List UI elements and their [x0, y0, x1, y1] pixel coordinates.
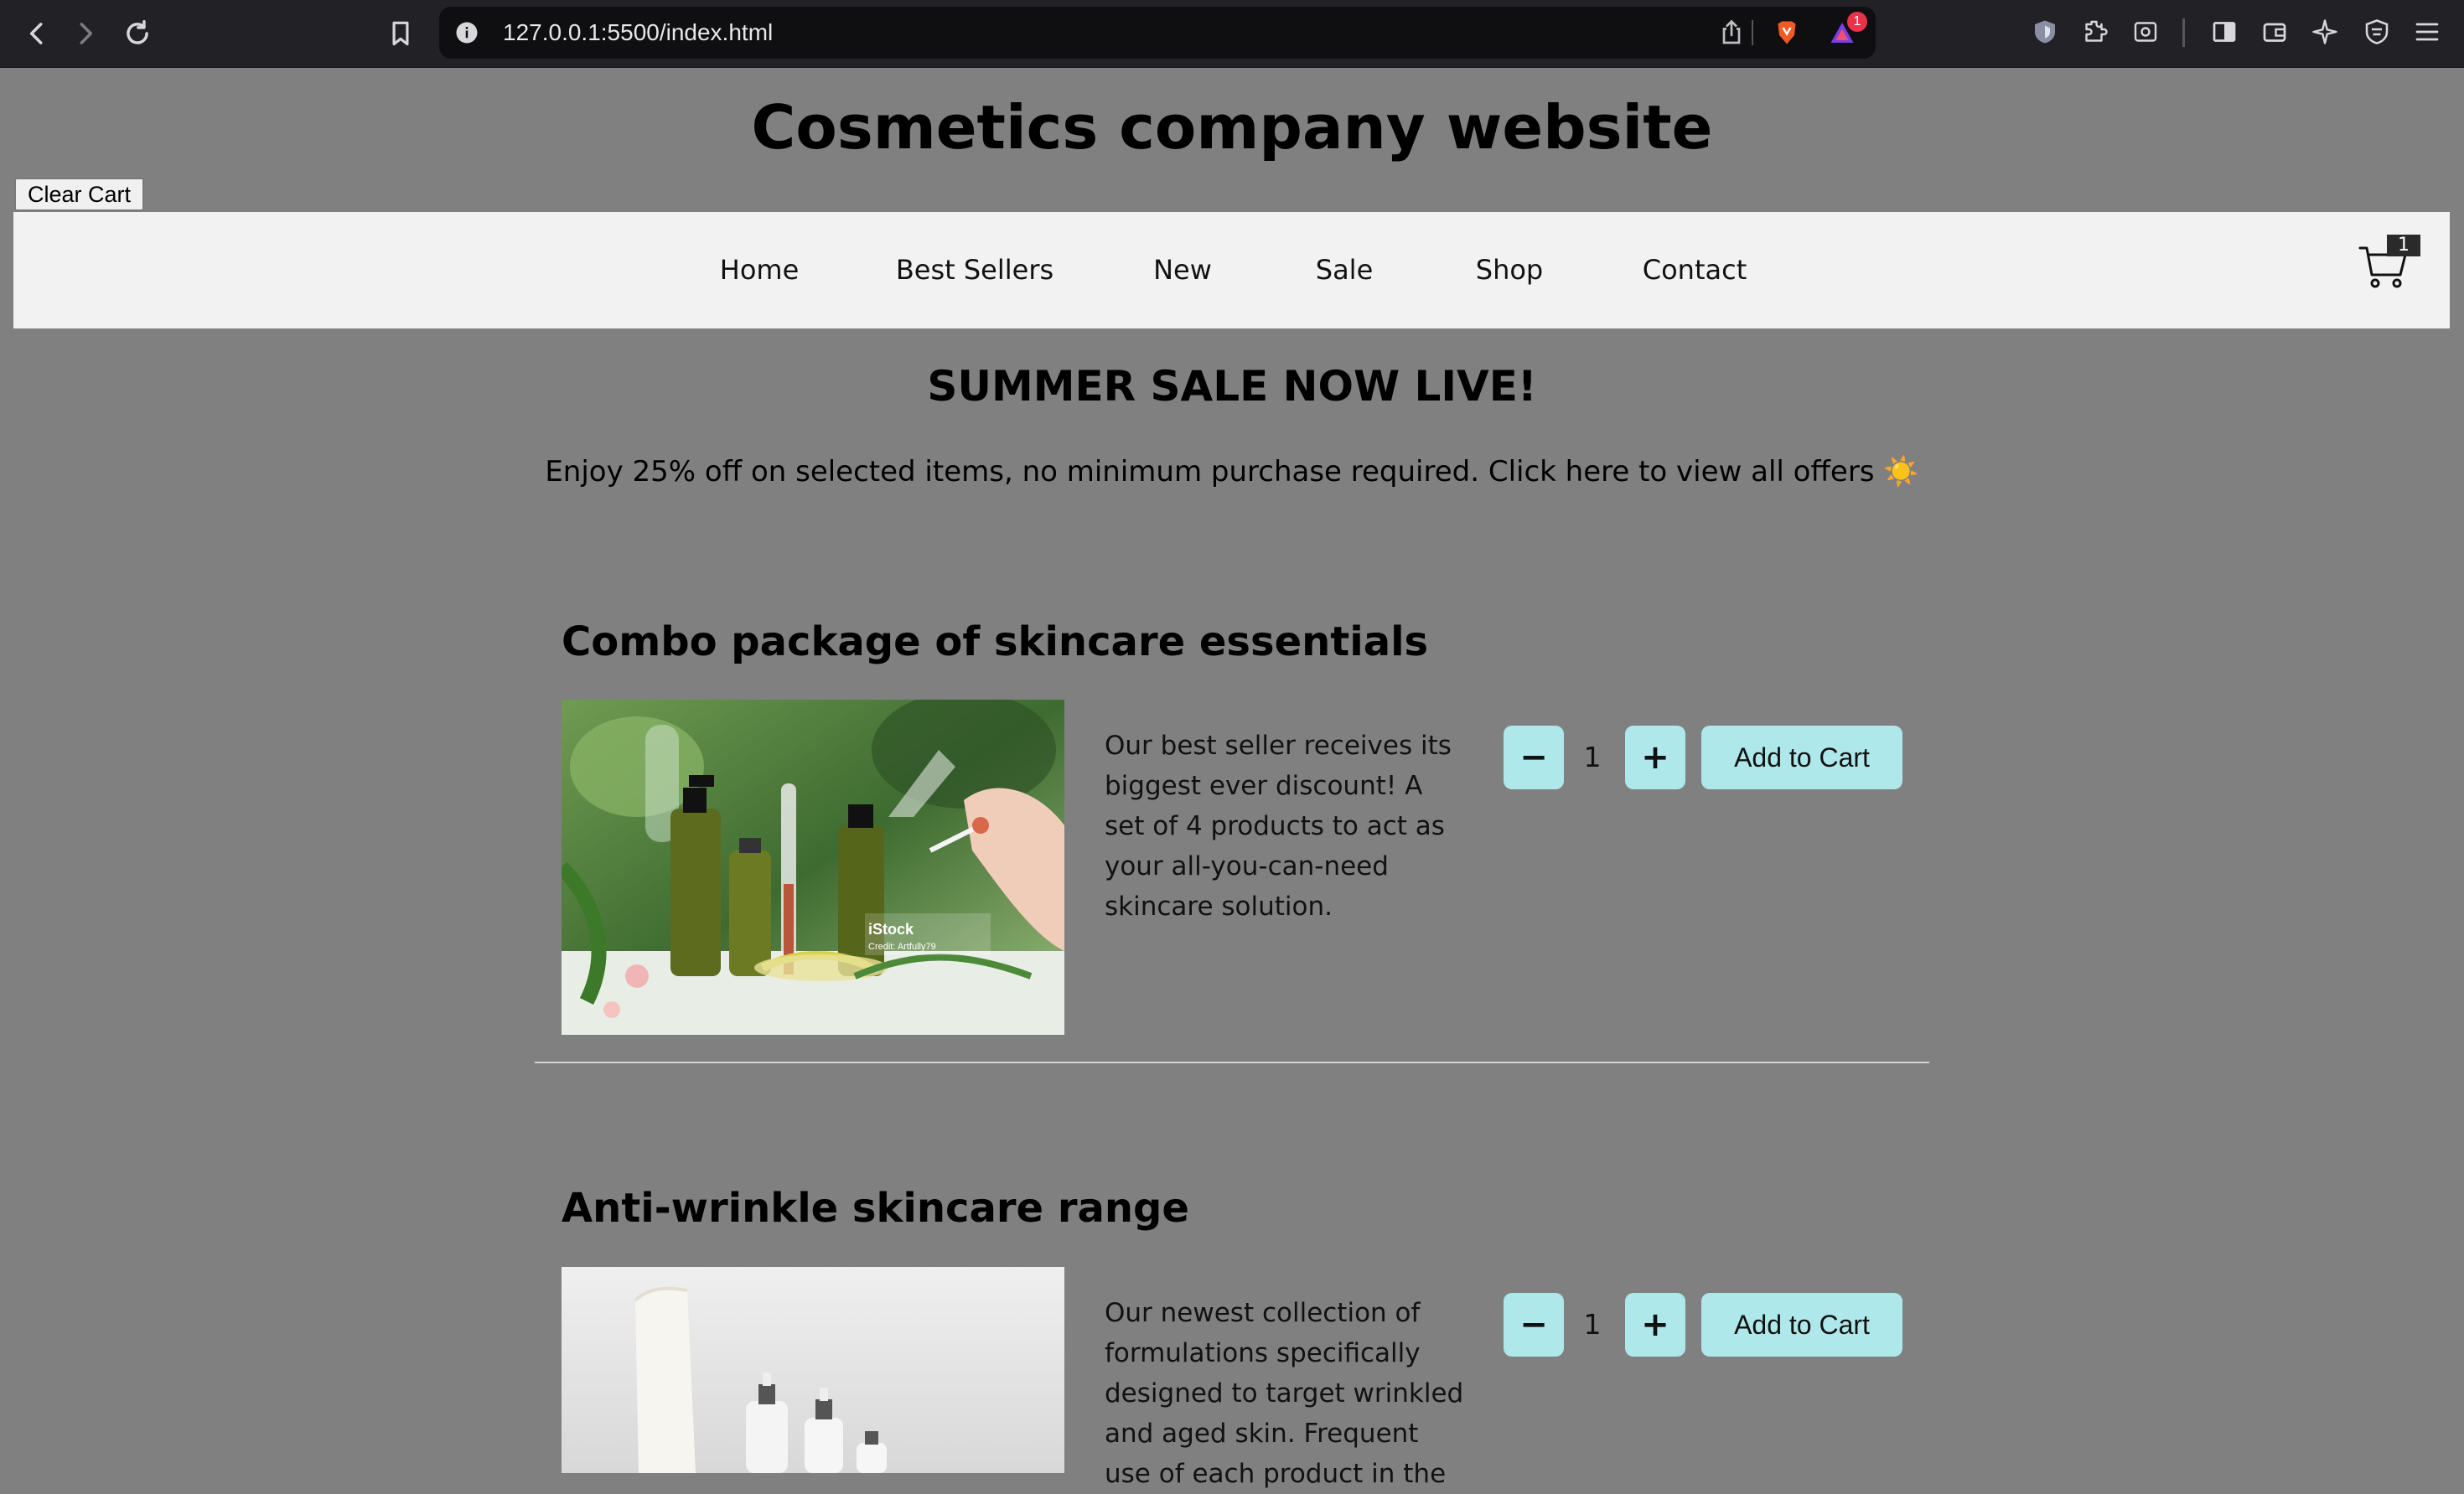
product-image: iStock Credit: Artfully79	[562, 700, 1064, 1035]
browser-toolbar: 127.0.0.1:5500/index.html 1	[0, 0, 2464, 68]
bookmark-icon	[392, 21, 409, 46]
cart-button[interactable]: 1	[2357, 228, 2424, 303]
nav-link-sale[interactable]: Sale	[1316, 212, 1374, 328]
sale-offer-link[interactable]: Enjoy 25% off on selected items, no mini…	[0, 455, 2464, 489]
back-button[interactable]	[17, 13, 57, 54]
product-divider	[535, 1062, 1929, 1063]
sale-heading: SUMMER SALE NOW LIVE!	[927, 362, 1537, 411]
nav-link-shop[interactable]: Shop	[1476, 212, 1543, 328]
vpn-icon[interactable]	[2362, 17, 2392, 47]
nav-link-new[interactable]: New	[1153, 212, 1212, 328]
bookmark-button[interactable]	[380, 13, 421, 54]
add-to-cart-button[interactable]: Add to Cart	[1701, 1293, 1902, 1357]
istock-credit: Credit: Artfully79	[868, 942, 936, 952]
extensions-icon[interactable]	[2080, 17, 2110, 47]
clear-cart-button[interactable]: Clear Cart	[14, 178, 145, 211]
product-description: Our newest collection of formulations sp…	[1105, 1298, 1464, 1489]
site-info-icon[interactable]	[454, 20, 479, 45]
product-title: Anti-wrinkle skincare range	[562, 1185, 1189, 1232]
increase-quantity-button[interactable]: +	[1625, 1293, 1685, 1357]
add-to-cart-button[interactable]: Add to Cart	[1701, 726, 1902, 789]
back-arrow-icon	[29, 23, 43, 44]
url-separator	[1752, 20, 1753, 45]
rewards-badge: 1	[1847, 12, 1867, 32]
increase-quantity-button[interactable]: +	[1625, 726, 1685, 789]
share-icon[interactable]	[1716, 18, 1747, 48]
brave-shields-icon[interactable]	[1772, 18, 1802, 48]
forward-arrow-icon	[80, 23, 93, 44]
main-navigation: Home Best Sellers New Sale Shop Contact	[13, 212, 2450, 328]
product-title: Combo package of skincare essentials	[562, 618, 1429, 665]
product-image	[562, 1267, 1064, 1473]
product-description: Our best seller receives its biggest eve…	[1105, 731, 1452, 922]
skincare-bottles-photo: iStock Credit: Artfully79	[562, 700, 1064, 1035]
address-bar[interactable]: 127.0.0.1:5500/index.html 1	[439, 7, 1876, 59]
nav-links: Home Best Sellers New Sale Shop Contact	[13, 212, 2450, 328]
sidebar-icon[interactable]	[2209, 17, 2239, 47]
nav-link-best-sellers[interactable]: Best Sellers	[896, 212, 1053, 328]
anti-wrinkle-products-photo	[562, 1267, 1064, 1473]
site-title: Cosmetics company website	[751, 92, 1713, 163]
vpn-shield-icon[interactable]	[2030, 17, 2060, 47]
istock-watermark: iStock	[868, 921, 914, 938]
nav-link-home[interactable]: Home	[720, 212, 800, 328]
reload-icon	[127, 20, 148, 44]
reader-mode-icon[interactable]	[2130, 17, 2161, 47]
quantity-value: 1	[1583, 1308, 1602, 1341]
decrease-quantity-button[interactable]: −	[1504, 726, 1564, 789]
nav-link-contact[interactable]: Contact	[1643, 212, 1747, 328]
quantity-value: 1	[1583, 741, 1602, 773]
wallet-icon[interactable]	[2260, 17, 2290, 47]
leo-ai-icon[interactable]	[2310, 17, 2340, 47]
decrease-quantity-button[interactable]: −	[1504, 1293, 1564, 1357]
cart-count-badge: 1	[2387, 235, 2420, 256]
reload-button[interactable]	[117, 13, 158, 54]
forward-button[interactable]	[65, 13, 106, 54]
toolbar-separator	[2182, 18, 2185, 47]
menu-icon[interactable]	[2412, 17, 2442, 47]
url-text[interactable]: 127.0.0.1:5500/index.html	[503, 7, 773, 59]
